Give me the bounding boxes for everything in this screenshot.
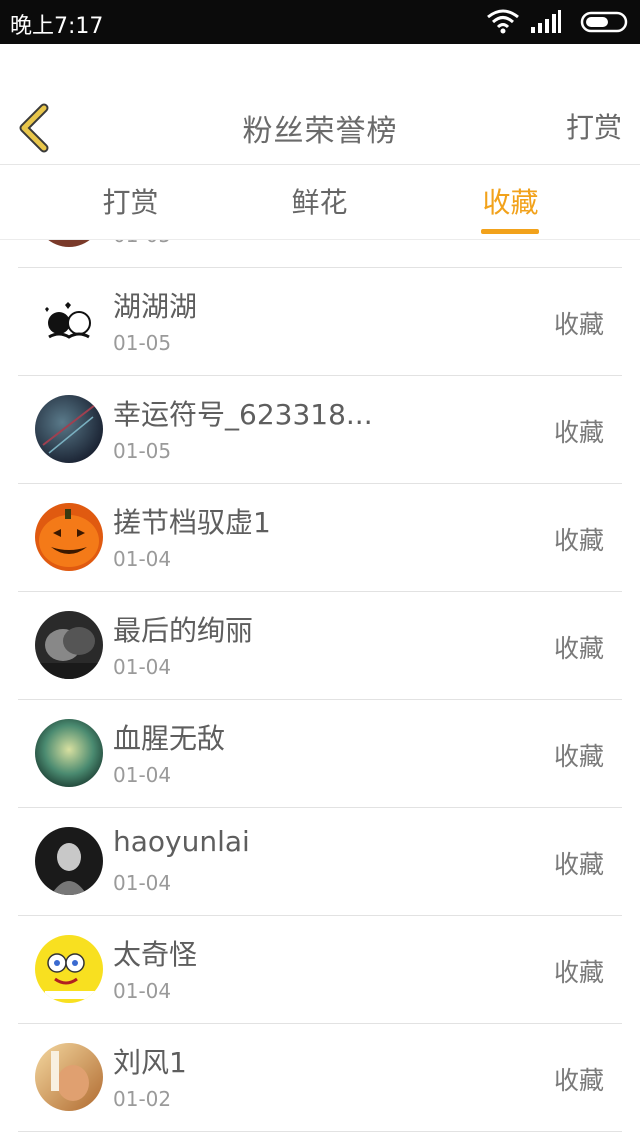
- fan-name: 最后的绚丽: [113, 614, 254, 647]
- fan-action: 收藏: [553, 958, 604, 987]
- avatar: [35, 935, 103, 1003]
- fan-name: haoyunlai: [113, 825, 250, 858]
- avatar: [35, 503, 103, 571]
- fan-list[interactable]: 01-05 湖湖湖 01-05 收藏 幸运: [18, 240, 622, 1138]
- reward-button[interactable]: 打赏: [566, 106, 622, 146]
- wifi-icon: [487, 9, 519, 34]
- avatar: [35, 611, 103, 679]
- list-item[interactable]: 搓节档驭虚1 01-04 收藏: [18, 483, 622, 592]
- avatar: [35, 287, 103, 355]
- status-time: 晚上7:17: [10, 14, 104, 39]
- avatar: [35, 240, 103, 247]
- fan-name: 幸运符号_623318...: [113, 398, 373, 431]
- tab-flowers[interactable]: 鲜花: [213, 165, 426, 239]
- fan-date: 01-04: [113, 871, 172, 895]
- fan-action: 收藏: [553, 418, 604, 447]
- list-item[interactable]: 刘风1 01-02 收藏: [18, 1023, 622, 1132]
- fan-date: 01-05: [113, 240, 171, 247]
- fan-name: 刘风1: [113, 1046, 187, 1079]
- fan-name: 湖湖湖: [113, 290, 198, 323]
- tab-bar: 打赏 鲜花 收藏: [0, 165, 640, 240]
- list-item[interactable]: 湖湖湖 01-05 收藏: [18, 267, 622, 376]
- fan-action: 收藏: [553, 742, 604, 771]
- page-title: 粉丝荣誉榜: [242, 114, 398, 149]
- fan-date: 01-04: [113, 547, 172, 571]
- fan-action: 收藏: [553, 1066, 604, 1095]
- list-item[interactable]: haoyunlai 01-04 收藏: [18, 807, 622, 916]
- fan-action: 收藏: [553, 526, 604, 555]
- fan-name: 太奇怪: [113, 938, 198, 971]
- avatar: [35, 827, 103, 895]
- fan-date: 01-05: [113, 331, 172, 355]
- list-item[interactable]: 01-05: [18, 240, 622, 268]
- active-tab-indicator: [481, 229, 539, 234]
- avatar: [35, 719, 103, 787]
- fan-action: 收藏: [553, 310, 604, 339]
- fan-date: 01-04: [113, 979, 172, 1003]
- fan-name: 血腥无敌: [113, 722, 226, 755]
- battery-icon: [580, 11, 628, 33]
- avatar: [35, 1043, 103, 1111]
- fan-date: 01-04: [113, 655, 172, 679]
- avatar: [35, 395, 103, 463]
- tab-collect[interactable]: 收藏: [404, 165, 617, 239]
- fan-date: 01-05: [113, 439, 172, 463]
- list-item[interactable]: 最后的绚丽 01-04 收藏: [18, 591, 622, 700]
- status-bar: 晚上7:17: [0, 0, 640, 44]
- header: 粉丝荣誉榜 打赏: [0, 44, 640, 165]
- list-item[interactable]: 太奇怪 01-04 收藏: [18, 915, 622, 1024]
- signal-icon: [531, 10, 561, 33]
- fan-name: 搓节档驭虚1: [113, 506, 271, 539]
- list-item[interactable]: 幸运符号_623318... 01-05 收藏: [18, 375, 622, 484]
- fan-action: 收藏: [553, 850, 604, 879]
- list-item[interactable]: 血腥无敌 01-04 收藏: [18, 699, 622, 808]
- tab-reward[interactable]: 打赏: [24, 165, 237, 239]
- fan-date: 01-04: [113, 763, 172, 787]
- fan-action: 收藏: [553, 634, 604, 663]
- fan-date: 01-02: [113, 1087, 172, 1111]
